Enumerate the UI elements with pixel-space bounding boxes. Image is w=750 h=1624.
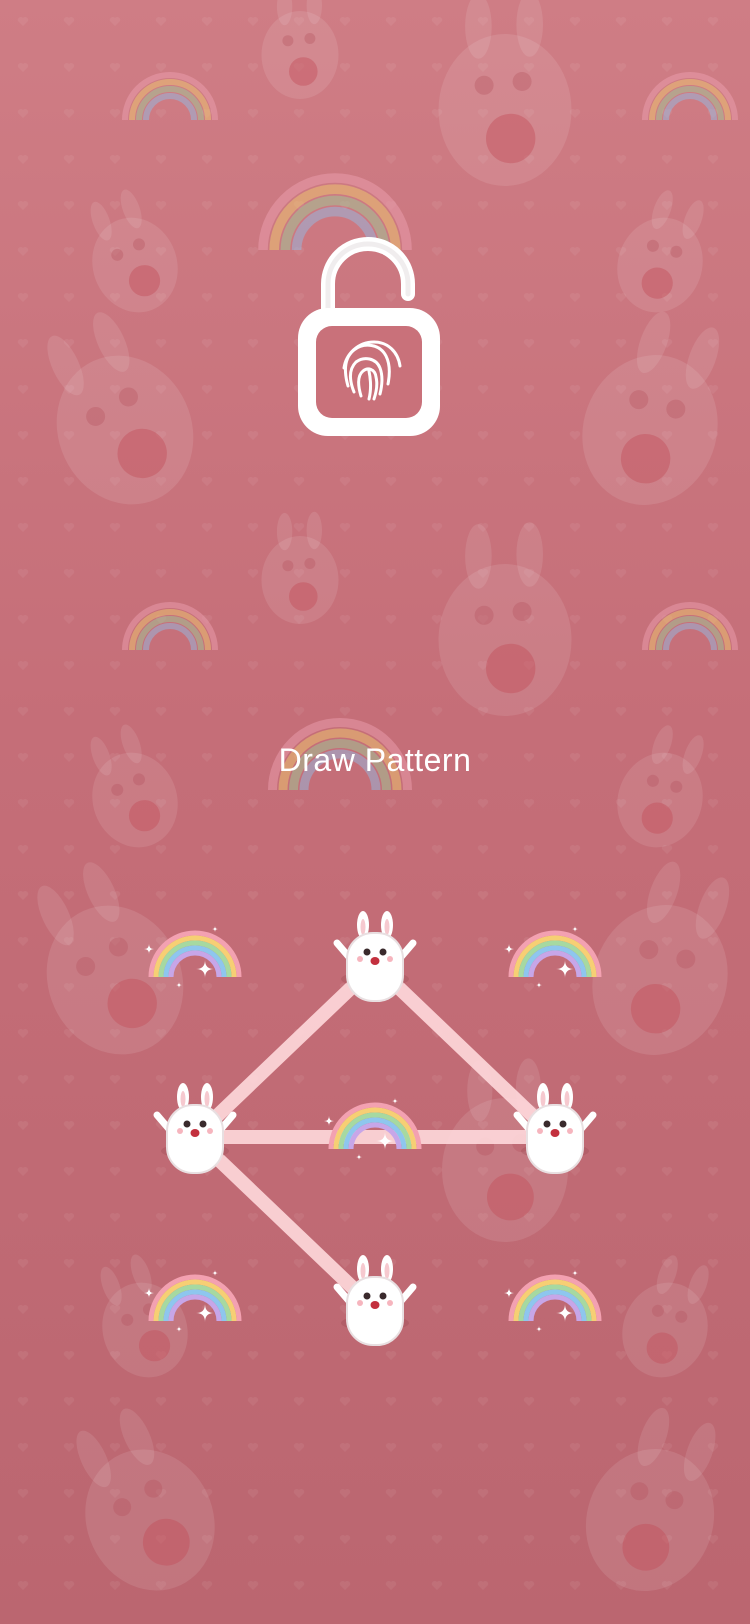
pattern-node-rainbow[interactable] — [324, 1098, 422, 1160]
pattern-node-rainbow[interactable] — [144, 1270, 242, 1332]
pattern-node-rainbow[interactable] — [504, 926, 602, 988]
pattern-lock-grid[interactable] — [0, 0, 750, 1624]
pattern-node-rainbow[interactable] — [144, 926, 242, 988]
pattern-node-bunny[interactable] — [333, 1255, 417, 1346]
pattern-node-rainbow[interactable] — [504, 1270, 602, 1332]
pattern-node-bunny[interactable] — [513, 1083, 597, 1174]
pattern-path — [188, 958, 562, 1316]
